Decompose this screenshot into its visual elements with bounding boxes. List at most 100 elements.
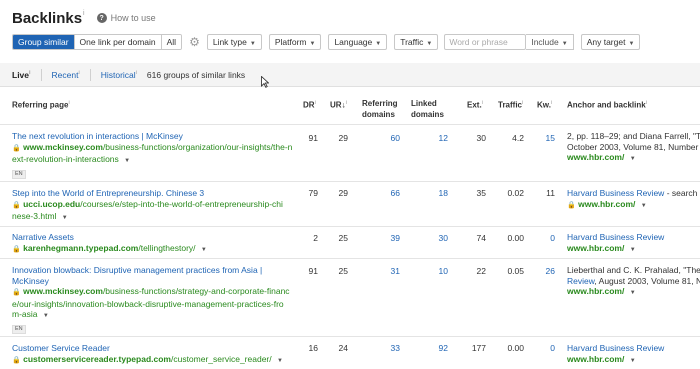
divider: [0, 336, 700, 337]
col-traffic[interactable]: Traffici: [498, 98, 523, 111]
col-referring-domains[interactable]: Referring domains: [362, 98, 398, 120]
include-label: Include: [531, 37, 559, 47]
linked-domains-value[interactable]: 30: [414, 233, 448, 244]
chevron-down-icon: ▼: [629, 357, 636, 364]
anchor-cell: Harvard Business Review www.hbr.com/ ▼: [567, 343, 700, 366]
tab-historical[interactable]: Historicali: [101, 70, 137, 80]
anchor-link[interactable]: Harvard Business Review: [567, 232, 700, 243]
keywords-value[interactable]: 15: [532, 133, 555, 144]
col-referring-page[interactable]: Referring pagei: [12, 98, 70, 111]
dr-value: 79: [308, 188, 318, 198]
linked-domains-value[interactable]: 12: [414, 133, 448, 144]
chevron-down-icon: ▼: [61, 215, 68, 221]
link-type-dropdown[interactable]: Link type ▼: [206, 34, 262, 50]
ext-value: 30: [476, 133, 486, 143]
chevron-down-icon: ▼: [375, 41, 382, 47]
lock-icon: 🔒: [12, 289, 21, 296]
col-dr[interactable]: DRi: [303, 98, 316, 111]
chevron-down-icon: ▼: [629, 156, 636, 162]
page-url-link[interactable]: 🔒 www.mckinsey.com/business-functions/or…: [12, 142, 297, 155]
page-url-link[interactable]: 🔒 www.mckinsey.com/business-functions/st…: [12, 286, 297, 299]
traffic-value: 0.02: [507, 188, 524, 198]
group-similar-button[interactable]: Group similar: [13, 35, 74, 49]
page-title: Backlinksi: [12, 9, 85, 27]
referring-domains-value[interactable]: 33: [366, 343, 400, 354]
page-title-link[interactable]: Innovation blowback: Disruptive manageme…: [12, 265, 297, 286]
page-title-link[interactable]: Step into the World of Entrepreneurship.…: [12, 188, 297, 199]
target-label: Any target: [586, 37, 626, 47]
backlink-url[interactable]: www.hbr.com/ ▼: [567, 354, 700, 367]
linked-domains-value[interactable]: 92: [414, 343, 448, 354]
anchor-link[interactable]: Review: [567, 276, 594, 286]
col-linked-domains[interactable]: Linked domains: [411, 98, 444, 120]
chevron-down-icon: ▼: [277, 357, 283, 364]
referring-page-cell: Step into the World of Entrepreneurship.…: [12, 188, 297, 224]
tabs-bar: Livei Recenti Historicali 616 groups of …: [0, 63, 700, 87]
language-dropdown[interactable]: Language ▼: [328, 34, 388, 50]
traffic-label: Traffic: [400, 37, 424, 47]
col-ext[interactable]: Ext.i: [467, 98, 483, 111]
backlink-url[interactable]: 🔒 www.hbr.com/ ▼: [567, 199, 700, 212]
ext-value: 177: [471, 343, 486, 353]
page-title-link[interactable]: Narrative Assets: [12, 232, 297, 243]
backlink-url[interactable]: www.hbr.com/ ▼: [567, 152, 700, 165]
traffic-dropdown[interactable]: Traffic ▼: [394, 34, 439, 50]
anchor-cell: Harvard Business Review - search I 🔒 www…: [567, 188, 700, 211]
chevron-down-icon: ▼: [629, 290, 636, 296]
ur-value: 25: [338, 266, 348, 276]
chevron-down-icon: ▼: [561, 41, 568, 47]
traffic-value: 0.05: [507, 266, 524, 276]
divider: [0, 258, 700, 259]
ur-value: 29: [338, 188, 348, 198]
page-url-link[interactable]: 🔒 customerservicereader.typepad.com/cust…: [12, 354, 297, 367]
linked-domains-value[interactable]: 18: [414, 188, 448, 199]
anchor-link[interactable]: Harvard Business Review: [567, 343, 700, 354]
page-url-continuation[interactable]: m-asia ▼: [12, 309, 297, 322]
filter-toolbar: Group similar One link per domain All ⚙ …: [12, 34, 641, 50]
search-input[interactable]: Word or phrase: [444, 34, 527, 50]
one-link-per-domain-button[interactable]: One link per domain: [73, 35, 161, 49]
keywords-value[interactable]: 11: [532, 188, 555, 199]
gear-icon[interactable]: ⚙: [189, 34, 200, 50]
referring-domains-value[interactable]: 39: [366, 233, 400, 244]
page-url-continuation[interactable]: nese-3.html ▼: [12, 211, 297, 224]
col-anchor[interactable]: Anchor and backlinki: [567, 98, 647, 111]
page-url-continuation[interactable]: e/our-insights/innovation-blowback-disru…: [12, 299, 297, 310]
keywords-value[interactable]: 0: [532, 233, 555, 244]
tab-recent[interactable]: Recenti: [52, 70, 80, 80]
tab-live[interactable]: Livei: [12, 70, 31, 80]
anchor-cell: Harvard Business Review www.hbr.com/ ▼: [567, 232, 700, 255]
dr-value: 2: [313, 233, 318, 243]
keywords-value[interactable]: 0: [532, 343, 555, 354]
col-ur[interactable]: UR↓i: [330, 98, 347, 111]
lock-icon: 🔒: [12, 144, 21, 152]
anchor-text: Harvard Business Review - search I: [567, 188, 700, 198]
referring-domains-value[interactable]: 31: [366, 266, 400, 277]
traffic-value: 0.00: [507, 343, 524, 353]
anchor-text: Review, August 2003, Volume 81, Number: [567, 275, 700, 286]
how-to-use-link[interactable]: ? How to use: [96, 13, 156, 23]
backlink-url[interactable]: www.hbr.com/ ▼: [567, 243, 700, 256]
include-dropdown[interactable]: Include ▼: [526, 34, 574, 50]
target-dropdown[interactable]: Any target ▼: [580, 34, 641, 50]
groups-count: 616 groups of similar links: [146, 69, 246, 80]
chevron-down-icon: ▼: [426, 41, 433, 47]
platform-dropdown[interactable]: Platform ▼: [268, 34, 322, 50]
all-button[interactable]: All: [160, 35, 182, 49]
linked-domains-value[interactable]: 10: [414, 266, 448, 277]
page-title-link[interactable]: Customer Service Reader: [12, 343, 297, 354]
page-url-link[interactable]: 🔒 ucci.ucop.edu/courses/e/step-into-the-…: [12, 199, 297, 212]
page-url-continuation[interactable]: ext-revolution-in-interactions ▼: [12, 154, 297, 167]
ext-value: 22: [476, 266, 486, 276]
referring-domains-value[interactable]: 60: [366, 133, 400, 144]
backlink-url[interactable]: www.hbr.com/ ▼: [567, 286, 700, 299]
divider: [0, 226, 700, 227]
page-title-link[interactable]: The next revolution in interactions | Mc…: [12, 131, 297, 142]
keywords-value[interactable]: 26: [532, 266, 555, 277]
anchor-link[interactable]: Harvard Business Review: [567, 188, 664, 198]
lock-icon: 🔒: [12, 245, 21, 253]
chevron-down-icon: ▼: [124, 158, 131, 164]
referring-domains-value[interactable]: 66: [366, 188, 400, 199]
page-url-link[interactable]: 🔒 karenhegmann.typepad.com/tellingthesto…: [12, 243, 297, 256]
col-keywords[interactable]: Kw.i: [537, 98, 552, 111]
